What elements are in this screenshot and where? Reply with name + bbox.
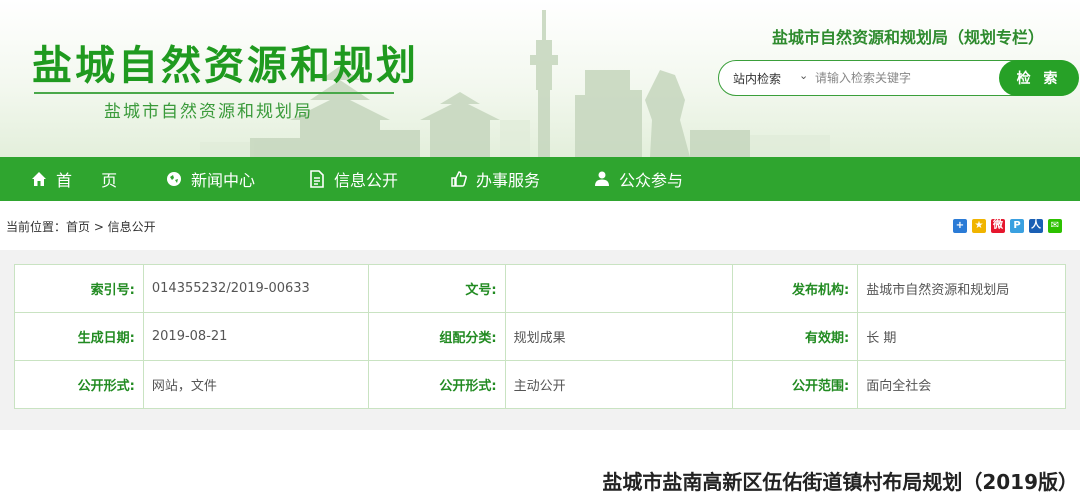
nav-item-public-participation[interactable]: 公众参与: [593, 157, 683, 201]
nav-item-label: 新闻中心: [191, 171, 256, 190]
nav-item-services[interactable]: 办事服务: [450, 157, 540, 201]
nav-item-label: 办事服务: [476, 171, 541, 190]
search-scope-select[interactable]: 站内检索: [733, 70, 781, 87]
article-title: 盐城市盐南高新区伍佑街道镇村布局规划（2019版）: [602, 470, 1078, 494]
qzone-share-icon[interactable]: ★: [972, 219, 986, 233]
search-box: 站内检索 ⌄ 检 索: [718, 59, 1079, 96]
validity-value: 长 期: [857, 312, 1066, 361]
chevron-down-icon[interactable]: ⌄: [799, 69, 808, 82]
disclosure-scope-label: 公开范围:: [732, 360, 859, 409]
wechat-share-icon[interactable]: ✉: [1048, 219, 1062, 233]
category-value: 规划成果: [504, 312, 734, 361]
validity-label: 有效期:: [732, 312, 859, 361]
globe-icon: [167, 172, 181, 186]
document-metadata-table: 索引号: 014355232/2019-00633 文号: 发布机构: 盐城市自…: [14, 264, 1066, 409]
nav-item-label: 首 页: [56, 171, 130, 190]
search-button[interactable]: 检 索: [999, 59, 1079, 96]
info-panel: 索引号: 014355232/2019-00633 文号: 发布机构: 盐城市自…: [0, 250, 1080, 430]
disclosure-type-label: 公开形式:: [367, 360, 506, 409]
site-header: 盐城自然资源和规划 盐城市自然资源和规划局 盐城市自然资源和规划局（规划专栏） …: [0, 0, 1080, 157]
site-subtitle: 盐城市自然资源和规划局: [104, 102, 313, 122]
index-number-value: 014355232/2019-00633: [142, 264, 369, 313]
table-row: 生成日期: 2019-08-21 组配分类: 规划成果 有效期: 长 期: [14, 312, 1066, 361]
nav-item-home[interactable]: 首 页: [30, 157, 129, 201]
nav-item-label: 公众参与: [619, 171, 684, 190]
user-icon: [595, 171, 609, 186]
table-row: 公开形式: 网站，文件 公开形式: 主动公开 公开范围: 面向全社会: [14, 360, 1066, 409]
plus-share-icon[interactable]: +: [953, 219, 967, 233]
breadcrumb[interactable]: 当前位置：首页 > 信息公开: [6, 218, 156, 235]
publisher-value: 盐城市自然资源和规划局: [857, 264, 1066, 313]
nav-item-info-disclosure[interactable]: 信息公开: [308, 157, 398, 201]
thumbs-up-icon: [451, 171, 467, 187]
home-icon: [32, 172, 46, 186]
table-row: 索引号: 014355232/2019-00633 文号: 发布机构: 盐城市自…: [14, 264, 1066, 313]
disclosure-form-label: 公开形式:: [14, 360, 144, 409]
renren-share-icon[interactable]: 人: [1029, 219, 1043, 233]
disclosure-scope-value: 面向全社会: [857, 360, 1066, 409]
search-input[interactable]: [815, 68, 985, 88]
weibo-share-icon[interactable]: 微: [991, 219, 1005, 233]
disclosure-form-value: 网站，文件: [142, 360, 369, 409]
site-title: 盐城自然资源和规划: [32, 43, 419, 89]
disclosure-type-value: 主动公开: [504, 360, 734, 409]
doc-number-value: [504, 264, 734, 313]
main-nav: 首 页 新闻中心 信息公开 办事服务 公众参与: [0, 157, 1080, 201]
created-date-value: 2019-08-21: [142, 312, 369, 361]
nav-item-news[interactable]: 新闻中心: [165, 157, 255, 201]
doc-number-label: 文号:: [367, 264, 506, 313]
created-date-label: 生成日期:: [14, 312, 144, 361]
planning-column-link[interactable]: 盐城市自然资源和规划局（规划专栏）: [772, 24, 1044, 48]
pengyou-share-icon[interactable]: P: [1010, 219, 1024, 233]
share-toolbar: + ★ 微 P 人 ✉: [953, 219, 1062, 233]
nav-item-label: 信息公开: [334, 171, 399, 190]
publisher-label: 发布机构:: [732, 264, 859, 313]
index-number-label: 索引号:: [14, 264, 144, 313]
document-icon: [310, 170, 324, 188]
category-label: 组配分类:: [367, 312, 506, 361]
title-divider: [34, 92, 394, 94]
